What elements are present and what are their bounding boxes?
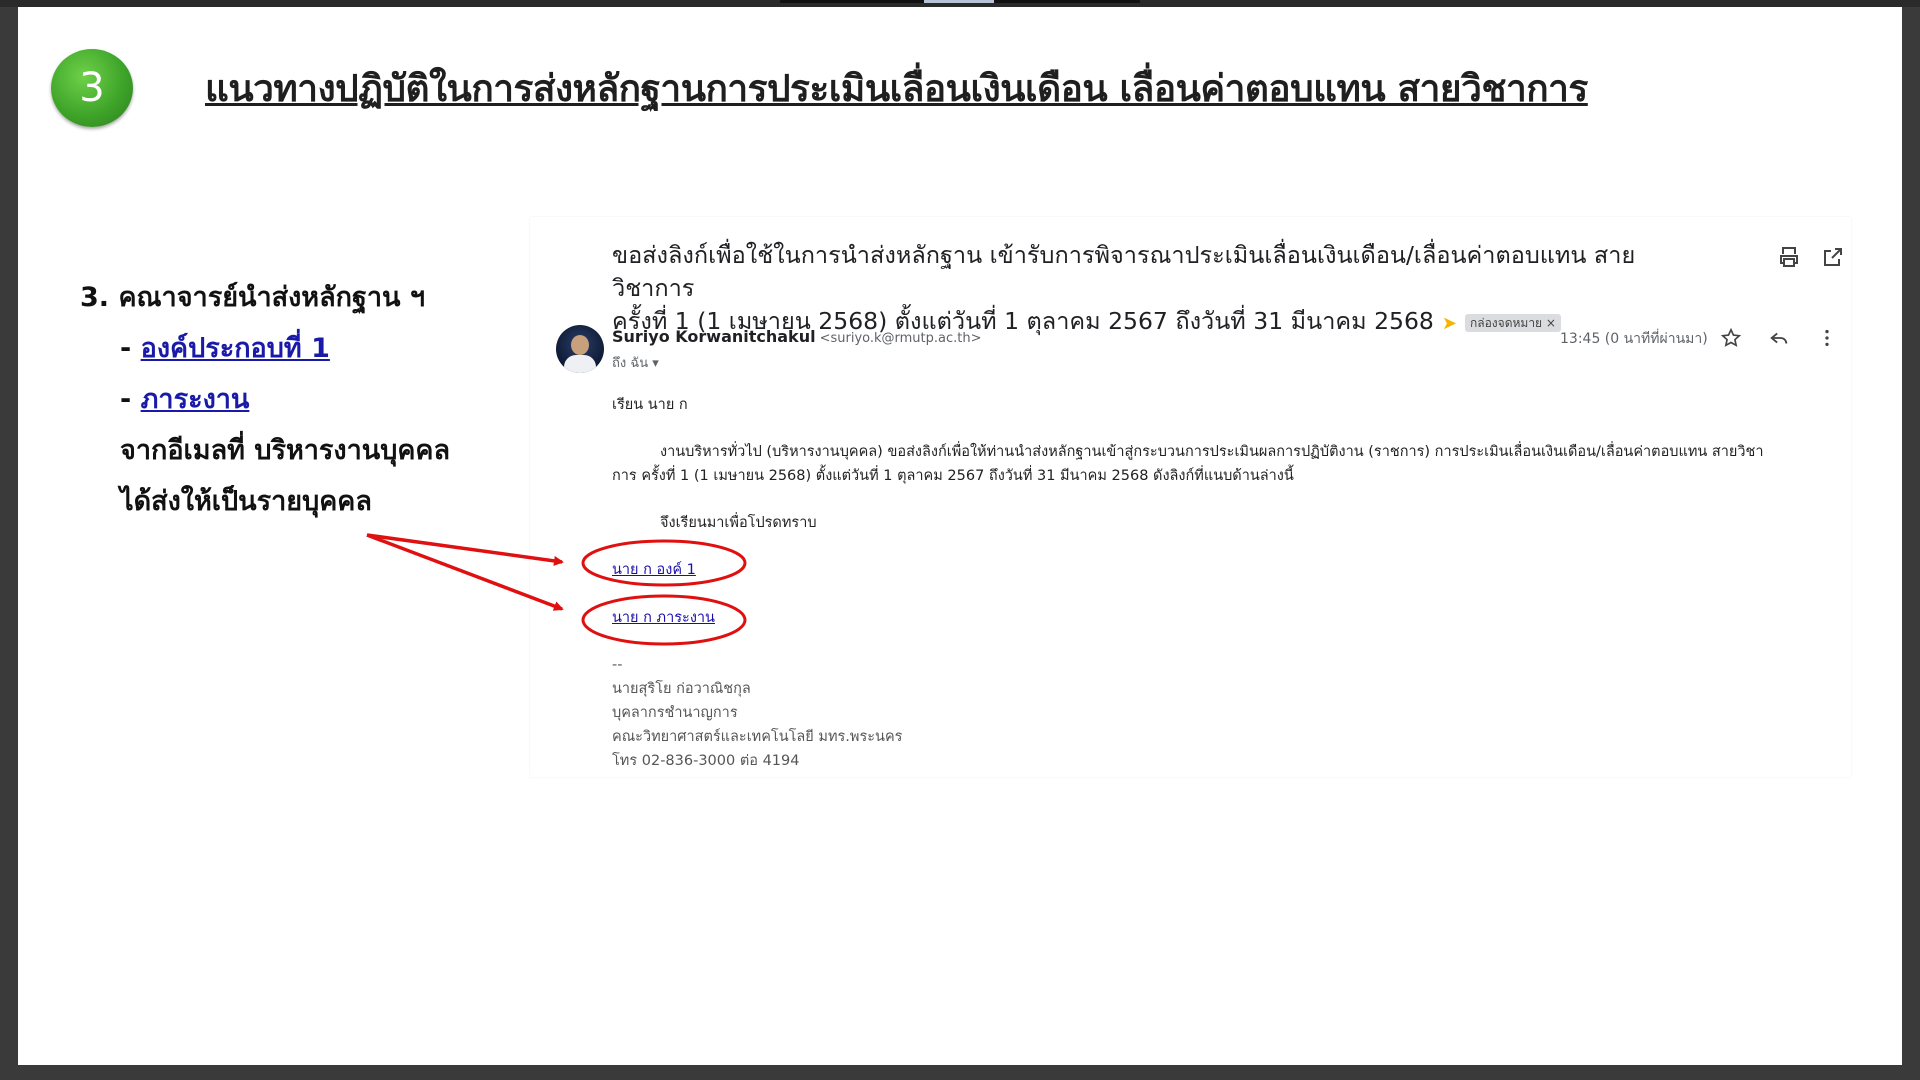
signature-dash: -- — [612, 657, 623, 673]
avatar[interactable] — [556, 325, 604, 373]
link-2-row: นาย ก ภาระงาน — [612, 606, 1822, 630]
instruction-text: 3. คณาจารย์นำส่งหลักฐาน ฯ - องค์ประกอบที… — [80, 272, 450, 527]
link-1-row: นาย ก องค์ 1 — [612, 558, 1822, 582]
window-top-bar — [0, 0, 1920, 7]
workload-link[interactable]: ภาระงาน — [141, 384, 250, 415]
instruction-line-2: ได้ส่งให้เป็นรายบุคคล — [120, 486, 372, 517]
inbox-label-chip[interactable]: กล่องจดหมาย × — [1464, 313, 1561, 332]
avatar-shirt — [564, 355, 596, 373]
presentation-slide: 3 แนวทางปฏิบัติในการส่งหลักฐานการประเมิน… — [18, 7, 1902, 1065]
email-greeting: เรียน นาย ก — [612, 397, 688, 413]
slide-title: แนวทางปฏิบัติในการส่งหลักฐานการประเมินเล… — [205, 66, 1588, 110]
top-bar-segment — [780, 0, 924, 3]
subject-line-1: ขอส่งลิงก์เพื่อใช้ในการนำส่งหลักฐาน เข้า… — [612, 241, 1636, 302]
more-options-icon[interactable] — [1816, 327, 1838, 349]
email-screenshot: ขอส่งลิงก์เพื่อใช้ในการนำส่งหลักฐาน เข้า… — [530, 217, 1851, 777]
top-bar-segment — [924, 0, 994, 3]
email-timestamp: 13:45 (0 นาทีที่ผ่านมา) — [1560, 331, 1708, 347]
instruction-heading: 3. คณาจารย์นำส่งหลักฐาน ฯ — [80, 282, 426, 313]
email-subject: ขอส่งลิงก์เพื่อใช้ในการนำส่งหลักฐาน เข้า… — [612, 239, 1712, 340]
sender-name: Suriyo Korwanitchakul — [612, 327, 816, 346]
component-1-item: - องค์ประกอบที่ 1 — [80, 323, 450, 374]
paragraph-line-1: งานบริหารทั่วไป (บริหารงานบุคคล) ขอส่งลิ… — [660, 444, 1764, 460]
email-signature: -- นายสุริโย ก่อวาณิชกุล บุคลากรชำนาญการ… — [612, 653, 1822, 773]
recipient-dropdown[interactable]: ถึง ฉัน ▾ — [612, 352, 659, 373]
sender-email: <suriyo.k@rmutp.ac.th> — [819, 331, 982, 346]
component-1-link[interactable]: องค์ประกอบที่ 1 — [141, 333, 330, 364]
step-number-badge: 3 — [51, 49, 133, 127]
signature-faculty: คณะวิทยาศาสตร์และเทคโนโลยี มทร.พระนคร — [612, 729, 903, 745]
workload-item: - ภาระงาน — [80, 374, 450, 425]
sender: Suriyo Korwanitchakul <suriyo.k@rmutp.ac.… — [612, 327, 982, 346]
email-paragraph: งานบริหารทั่วไป (บริหารงานบุคคล) ขอส่งลิ… — [612, 440, 1822, 488]
paragraph-line-2: การ ครั้งที่ 1 (1 เมษายน 2568) ตั้งแต่วั… — [612, 468, 1294, 484]
top-bar-segment — [994, 0, 1140, 3]
print-icon[interactable] — [1777, 245, 1801, 269]
avatar-face — [571, 335, 589, 355]
evidence-link-component-1[interactable]: นาย ก องค์ 1 — [612, 562, 696, 578]
importance-marker-icon: ➤ — [1441, 313, 1457, 334]
signature-position: บุคลากรชำนาญการ — [612, 705, 738, 721]
bullet-dash: - — [120, 333, 141, 364]
star-icon[interactable] — [1720, 327, 1742, 349]
bullet-dash: - — [120, 384, 141, 415]
evidence-link-workload[interactable]: นาย ก ภาระงาน — [612, 610, 715, 626]
open-in-new-window-icon[interactable] — [1821, 245, 1845, 269]
email-closing: จึงเรียนมาเพื่อโปรดทราบ — [660, 515, 817, 531]
instruction-line-1: จากอีเมลที่ บริหารงานบุคคล — [120, 435, 451, 466]
reply-icon[interactable] — [1768, 327, 1790, 349]
signature-name: นายสุริโย ก่อวาณิชกุล — [612, 681, 751, 697]
signature-phone: โทร 02-836-3000 ต่อ 4194 — [612, 753, 800, 769]
